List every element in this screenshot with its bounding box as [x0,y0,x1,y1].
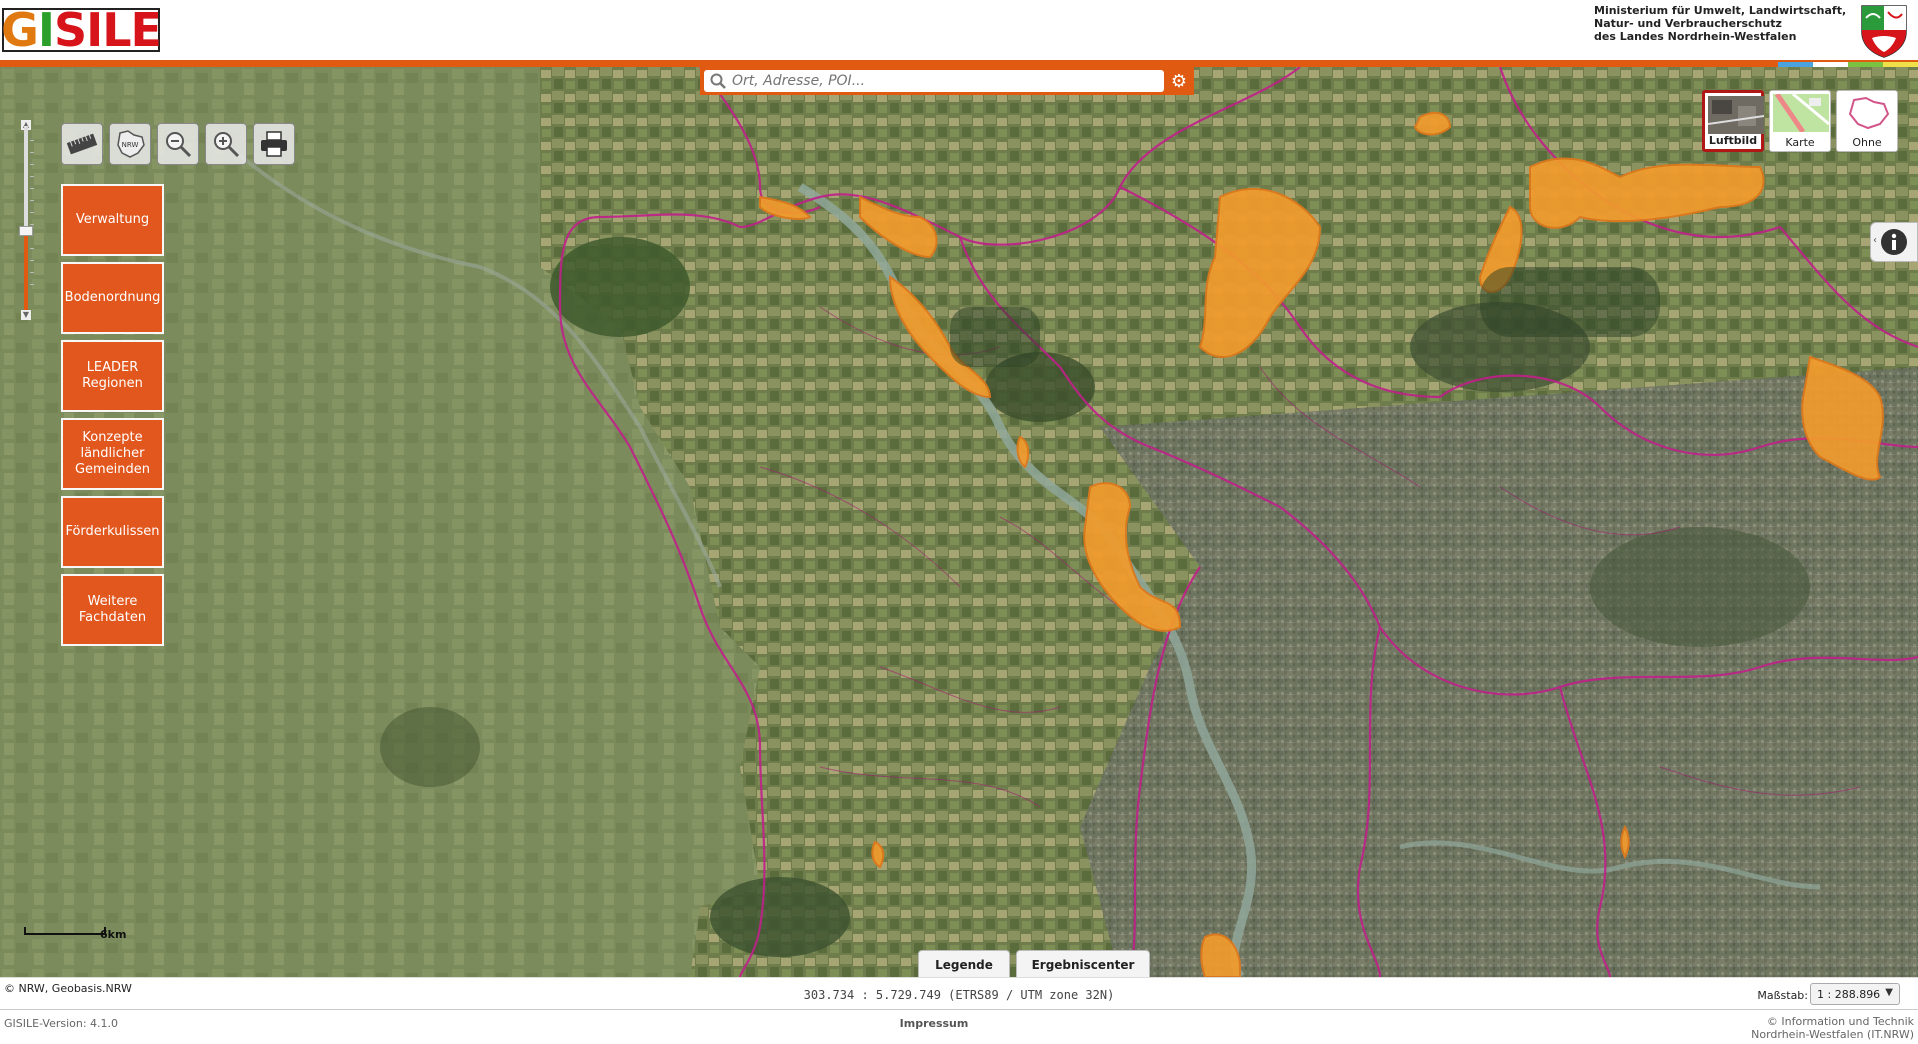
menu-leader-regionen[interactable]: LEADER Regionen [61,340,164,412]
menu-konzepte[interactable]: Konzepte ländlicher Gemeinden [61,418,164,490]
aerial-imagery [0,67,1918,977]
nrw-extent-icon: NRW [117,130,145,158]
zoom-level-fill [24,230,28,312]
basemap-luftbild[interactable]: Luftbild [1702,90,1764,152]
zoom-out-arrow-icon[interactable]: ▼ [21,310,31,320]
footer: GISILE-Version: 4.1.0 Impressum © Inform… [0,1009,1918,1044]
tab-ergebniscenter-label: Ergebniscenter [1031,957,1135,972]
scale-select-label: Maßstab: [1757,989,1808,1002]
status-bar: © NRW, Geobasis.NRW 303.734 : 5.729.749 … [0,977,1918,1009]
svg-text:NRW: NRW [122,141,139,149]
zoom-slider[interactable]: ▲ ▼ [18,120,34,320]
impressum-link[interactable]: Impressum [0,1017,1868,1030]
menu-verwaltung[interactable]: Verwaltung [61,184,164,256]
menu-weitere-fachdaten[interactable]: Weitere Fachdaten [61,574,164,646]
it-credit-line-1: © Information und Technik [1766,1015,1914,1028]
it-nrw-credit: © Information und Technik Nordrhein-West… [1751,1015,1914,1041]
zoom-out-icon [166,132,192,158]
scale-select-value: 1 : 288.896 [1817,988,1881,1001]
tab-legende[interactable]: Legende [918,950,1010,978]
menu-label-konzepte: Konzepte ländlicher Gemeinden [74,430,151,477]
basemap-label-karte: Karte [1785,136,1815,149]
search-input[interactable] [732,73,1164,89]
menu-label-leader: LEADER Regionen [82,360,143,391]
zoom-handle[interactable] [19,226,33,236]
it-credit-line-2: Nordrhein-Westfalen (IT.NRW) [1751,1028,1914,1041]
ministry-line-3: des Landes Nordrhein-Westfalen [1594,30,1797,43]
menu-foerderkulissen[interactable]: Förderkulissen [61,496,164,568]
aerial-thumbnail-icon [1708,96,1764,134]
measure-icon [66,133,98,155]
info-icon [1881,229,1907,255]
map-thumbnail-icon [1773,94,1829,132]
search-settings-gear-icon[interactable]: ⚙ [1168,70,1190,92]
ministry-line-2: Natur- und Verbraucherschutz [1594,17,1782,30]
menu-label-weitere: Weitere Fachdaten [78,594,147,625]
basemap-label-luftbild: Luftbild [1708,134,1758,147]
basemap-label-ohne: Ohne [1852,136,1882,149]
print-icon [261,131,287,157]
nrw-extent-button[interactable]: NRW [109,123,151,165]
search-bar: ⚙ [700,67,1194,95]
tab-ergebniscenter[interactable]: Ergebniscenter [1016,950,1150,978]
map-view[interactable]: ▲ ▼ 6km ‹ [0,67,1918,977]
measure-tool-button[interactable] [61,123,103,165]
search-icon [710,73,726,89]
menu-label-foerderkulissen: Förderkulissen [65,524,160,539]
basemap-ohne[interactable]: Ohne [1836,90,1898,152]
header-accent-bar [0,60,1918,67]
chevron-down-icon: ▼ [1885,987,1893,998]
zoom-out-tool-button[interactable] [157,123,199,165]
chevron-left-icon: ‹ [1873,235,1877,246]
nrw-crest-icon [1861,5,1907,58]
ministry-line-1: Ministerium für Umwelt, Landwirtschaft, [1594,4,1847,17]
ministry-name: Ministerium für Umwelt, Landwirtschaft, … [1594,4,1847,43]
menu-label-verwaltung: Verwaltung [75,212,150,227]
zoom-in-icon [214,132,240,158]
zoom-in-tool-button[interactable] [205,123,247,165]
scale-bar-label: 6km [100,928,127,941]
basemap-karte[interactable]: Karte [1769,90,1831,152]
menu-label-bodenordnung: Bodenordnung [64,290,161,305]
header: G I SILE Ministerium für Umwelt, Landwirts… [0,0,1918,62]
no-basemap-thumbnail-icon [1840,94,1896,132]
print-tool-button[interactable] [253,123,295,165]
coordinate-readout: 303.734 : 5.729.749 (ETRS89 / UTM zone 3… [803,988,1115,1002]
scale-select[interactable]: 1 : 288.896 ▼ [1810,983,1900,1005]
search-box[interactable] [704,70,1164,92]
tab-legende-label: Legende [935,957,993,972]
gisile-logo[interactable]: G I SILE [1,7,162,53]
scale-bar [24,927,106,935]
menu-bodenordnung[interactable]: Bodenordnung [61,262,164,334]
info-panel-toggle[interactable]: ‹ [1870,222,1918,262]
